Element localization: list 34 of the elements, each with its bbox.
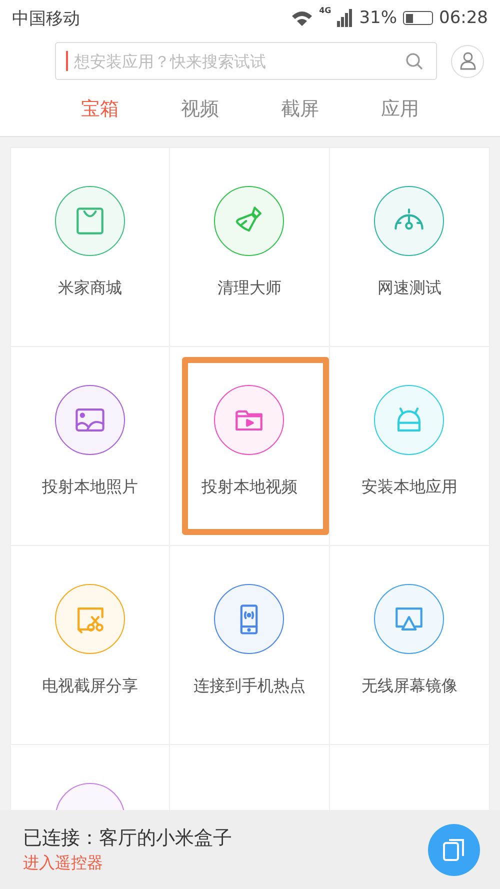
network-type: 4G	[319, 6, 332, 15]
tool-label: 电视截屏分享	[42, 676, 138, 697]
battery-percent: 31%	[359, 8, 397, 28]
tool-tile[interactable]: 投射本地视频	[170, 347, 330, 546]
wifi-icon	[291, 10, 314, 26]
tab[interactable]: 视频	[181, 92, 219, 126]
tool-tile[interactable]: 连接到手机热点	[170, 546, 330, 745]
tab[interactable]: 应用	[381, 92, 419, 126]
tool-tile[interactable]: 电视截屏分享	[11, 546, 170, 745]
tab[interactable]: 截屏	[281, 92, 319, 126]
person-icon	[460, 52, 476, 70]
tool-label: 安装本地应用	[361, 477, 458, 498]
battery-icon	[403, 11, 433, 25]
tool-label: 投射本地照片	[42, 477, 138, 498]
tool-tile[interactable]: 清理大师	[170, 148, 330, 347]
tool-tile[interactable]: 投射本地照片	[11, 347, 170, 546]
tool-label: 清理大师	[217, 278, 282, 299]
search-icon[interactable]	[405, 52, 423, 70]
search-field[interactable]: 想安装应用？快来搜索试试	[55, 42, 437, 80]
tool-tile[interactable]: 网速测试	[330, 148, 489, 347]
tool-label: 无线屏幕镜像	[361, 676, 458, 697]
tool-label: 米家商城	[58, 278, 122, 299]
carrier-name: 中国移动	[12, 8, 81, 30]
tool-tile[interactable]: 米家商城	[11, 148, 170, 347]
tool-label: 连接到手机热点	[193, 676, 306, 697]
tool-tile[interactable]: 无线屏幕镜像	[330, 546, 489, 745]
connection-status: 已连接：客厅的小米盒子	[23, 826, 233, 851]
tool-tile[interactable]: 安装本地应用	[330, 347, 489, 546]
tool-label: 投射本地视频	[201, 477, 298, 498]
clock: 06:28	[439, 8, 488, 28]
remote-button[interactable]	[428, 824, 480, 876]
signal-icon	[337, 9, 354, 27]
profile-button[interactable]	[451, 44, 484, 78]
tool-label: 网速测试	[377, 278, 442, 299]
